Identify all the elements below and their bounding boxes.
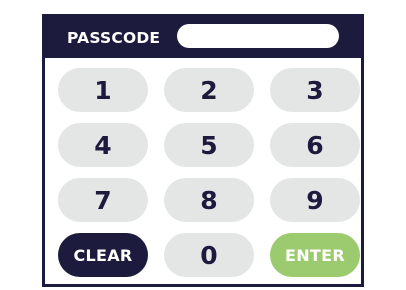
enter-button[interactable]: ENTER (270, 233, 360, 277)
key-9-button[interactable]: 9 (270, 178, 360, 222)
passcode-header: PASSCODE (45, 17, 361, 58)
passcode-label: PASSCODE (67, 29, 161, 47)
key-4-button[interactable]: 4 (58, 123, 148, 167)
key-6-button[interactable]: 6 (270, 123, 360, 167)
key-0-button[interactable]: 0 (164, 233, 254, 277)
clear-button[interactable]: CLEAR (58, 233, 148, 277)
key-5-button[interactable]: 5 (164, 123, 254, 167)
key-2-button[interactable]: 2 (164, 68, 254, 112)
key-8-button[interactable]: 8 (164, 178, 254, 222)
key-3-button[interactable]: 3 (270, 68, 360, 112)
passcode-keypad: PASSCODE 1 2 3 4 5 6 7 8 9 CLEAR 0 ENTER (42, 14, 364, 287)
key-7-button[interactable]: 7 (58, 178, 148, 222)
passcode-input[interactable] (177, 24, 339, 48)
key-1-button[interactable]: 1 (58, 68, 148, 112)
